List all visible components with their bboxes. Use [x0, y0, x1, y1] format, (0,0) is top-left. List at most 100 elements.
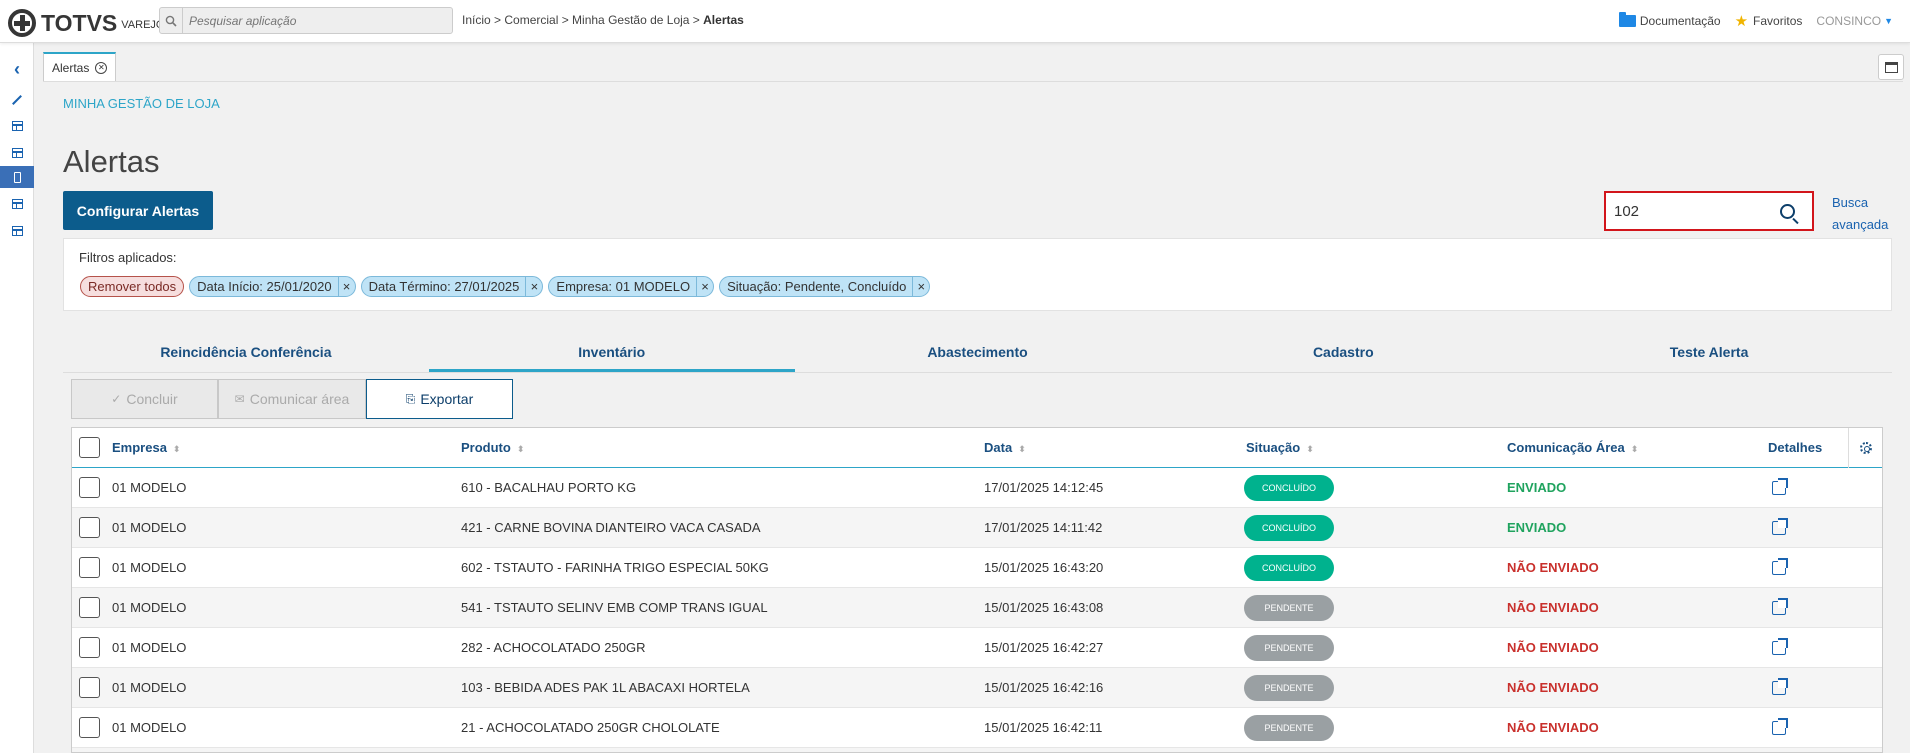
row-checkbox[interactable]	[79, 717, 100, 738]
tab-cadastro[interactable]: Cadastro	[1160, 335, 1526, 372]
filter-chip-label: Situação: Pendente, Concluído	[727, 279, 907, 294]
totvs-logo[interactable]: TOTVS VAREJO	[8, 9, 164, 37]
close-icon[interactable]: ×	[696, 277, 713, 296]
close-icon[interactable]: ×	[525, 277, 542, 296]
sidebar-item-table-2[interactable]	[0, 142, 34, 164]
divider	[43, 81, 1903, 82]
row-checkbox[interactable]	[79, 677, 100, 698]
close-icon[interactable]: ×	[912, 277, 929, 296]
external-link-icon[interactable]	[1772, 677, 1788, 695]
cell-produto: 421 - CARNE BOVINA DIANTEIRO VACA CASADA	[461, 520, 761, 535]
search-icon[interactable]	[1780, 203, 1795, 219]
table-row	[72, 748, 1882, 752]
table-row: 01 MODELO 610 - BACALHAU PORTO KG 17/01/…	[72, 468, 1882, 508]
column-label: Produto	[461, 440, 511, 455]
export-button[interactable]: ⎘ Exportar	[366, 379, 513, 419]
column-data[interactable]: Data ⬍	[984, 440, 1026, 455]
external-link-icon[interactable]	[1772, 717, 1788, 735]
tab-abastecimento[interactable]: Abastecimento	[795, 335, 1161, 372]
cell-data: 15/01/2025 16:42:16	[984, 680, 1104, 695]
communicate-area-button[interactable]: ✉ Comunicar área	[218, 379, 366, 419]
logo-subtext: VAREJO	[121, 19, 165, 31]
table-row: 01 MODELO 282 - ACHOCOLATADO 250GR 15/01…	[72, 628, 1882, 668]
column-comunicacao[interactable]: Comunicação Área ⬍	[1507, 440, 1638, 455]
sort-icon: ⬍	[1018, 444, 1026, 454]
row-checkbox[interactable]	[79, 477, 100, 498]
external-link-icon[interactable]	[1772, 637, 1788, 655]
check-icon: ✓	[111, 392, 122, 406]
table-row: 01 MODELO 421 - CARNE BOVINA DIANTEIRO V…	[72, 508, 1882, 548]
table-row: 01 MODELO 541 - TSTAUTO SELINV EMB COMP …	[72, 588, 1882, 628]
row-checkbox[interactable]	[79, 557, 100, 578]
cell-comunicacao: NÃO ENVIADO	[1507, 720, 1599, 735]
sidebar-item-table-1[interactable]	[0, 115, 34, 137]
app-search-input[interactable]	[183, 8, 443, 33]
close-icon[interactable]: ×	[337, 277, 355, 296]
table-icon	[11, 148, 23, 158]
alert-type-tabs: Reincidência Conferência Inventário Abas…	[63, 335, 1892, 373]
remove-all-filters-button[interactable]: Remover todos	[80, 276, 185, 297]
top-right-menu: Documentação ★ Favoritos CONSINCO ▼	[1605, 12, 1893, 30]
cell-empresa: 01 MODELO	[112, 480, 187, 495]
sidebar-item-mobile[interactable]	[0, 166, 34, 188]
collapse-sidebar-button[interactable]: ‹	[0, 58, 34, 80]
table-icon	[11, 226, 23, 236]
gear-shape	[1859, 442, 1872, 454]
external-link-icon[interactable]	[1772, 557, 1788, 575]
cell-comunicacao: NÃO ENVIADO	[1507, 680, 1599, 695]
panel-icon	[1884, 61, 1898, 73]
documentation-link[interactable]: Documentação	[1618, 12, 1721, 28]
cell-empresa: 01 MODELO	[112, 680, 187, 695]
search-icon[interactable]	[160, 8, 183, 33]
column-situacao[interactable]: Situação ⬍	[1246, 440, 1314, 455]
tab-inventario[interactable]: Inventário	[428, 335, 795, 372]
status-badge: PENDENTE	[1244, 714, 1334, 741]
cell-produto: 282 - ACHOCOLATADO 250GR	[461, 640, 646, 655]
user-menu[interactable]: CONSINCO ▼	[1816, 14, 1893, 28]
sidebar-item-table-3[interactable]	[0, 193, 34, 215]
row-checkbox[interactable]	[79, 597, 100, 618]
external-link-icon[interactable]	[1772, 597, 1788, 615]
envelope-icon: ✉	[234, 392, 245, 406]
close-icon[interactable]: ✕	[95, 61, 108, 74]
section-link[interactable]: MINHA GESTÃO DE LOJA	[63, 96, 220, 111]
applied-filters: Filtros aplicados: Remover todos Data In…	[63, 238, 1892, 311]
search-input[interactable]	[1606, 202, 1776, 220]
cell-data: 15/01/2025 16:43:20	[984, 560, 1104, 575]
filter-chip-label: Data Término: 27/01/2025	[368, 279, 520, 294]
sort-icon: ⬍	[1630, 444, 1639, 454]
gear-icon[interactable]	[1848, 428, 1882, 468]
column-produto[interactable]: Produto ⬍	[461, 440, 524, 455]
sidebar-item-tools[interactable]	[0, 89, 34, 111]
tab-alertas[interactable]: Alertas ✕	[43, 52, 117, 81]
sort-icon: ⬍	[172, 444, 181, 454]
row-checkbox[interactable]	[79, 637, 100, 658]
tab-reincidencia[interactable]: Reincidência Conferência	[63, 335, 429, 372]
external-link-icon[interactable]	[1772, 477, 1788, 495]
breadcrumb: Início > Comercial > Minha Gestão de Loj…	[462, 13, 744, 27]
advanced-search-link[interactable]: Busca avançada	[1832, 192, 1892, 236]
cell-data: 15/01/2025 16:42:27	[984, 640, 1104, 655]
conclude-button[interactable]: ✓ Concluir	[71, 379, 218, 419]
row-checkbox[interactable]	[79, 517, 100, 538]
external-link-icon[interactable]	[1772, 517, 1788, 535]
column-detalhes: Detalhes	[1768, 440, 1823, 455]
table-row: 01 MODELO 602 - TSTAUTO - FARINHA TRIGO …	[72, 548, 1882, 588]
filter-chip-label: Data Início: 25/01/2020	[197, 279, 332, 294]
sidebar-item-table-4[interactable]	[0, 220, 34, 242]
column-empresa[interactable]: Empresa ⬍	[112, 440, 180, 455]
chevron-left-icon: ‹	[14, 58, 20, 79]
app-search	[159, 7, 453, 34]
cell-comunicacao: NÃO ENVIADO	[1507, 600, 1599, 615]
configure-alerts-button[interactable]: Configurar Alertas	[63, 191, 213, 230]
search-field	[1604, 191, 1814, 231]
favorites-link[interactable]: ★ Favoritos	[1735, 12, 1803, 30]
panel-toggle-button[interactable]	[1878, 54, 1904, 80]
cell-comunicacao: ENVIADO	[1507, 480, 1567, 495]
page-title: Alertas	[63, 144, 160, 179]
conclude-label: Concluir	[126, 391, 178, 407]
cell-empresa: 01 MODELO	[112, 600, 187, 615]
tab-teste-alerta[interactable]: Teste Alerta	[1526, 335, 1892, 372]
select-all-checkbox[interactable]	[79, 437, 100, 458]
breadcrumb-path[interactable]: Início > Comercial > Minha Gestão de Loj…	[462, 13, 703, 27]
